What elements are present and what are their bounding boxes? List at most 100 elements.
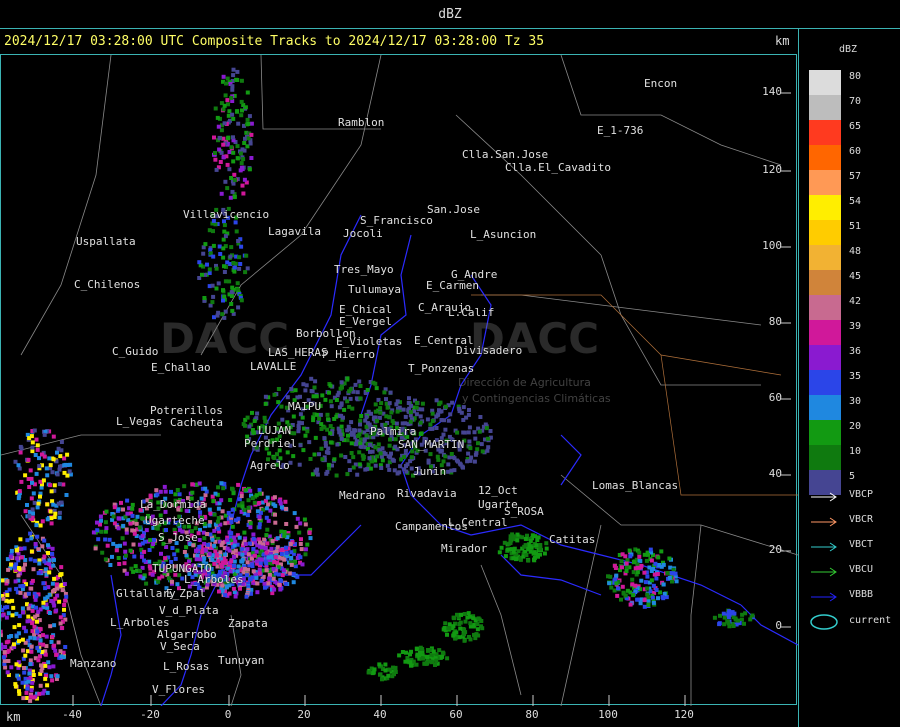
radar-echo-pixel [218, 252, 223, 256]
radar-echo-pixel [375, 454, 380, 459]
radar-echo-pixel [242, 530, 247, 535]
radar-echo-pixel [154, 488, 159, 493]
radar-echo-pixel [117, 562, 122, 566]
radar-echo-pixel [29, 536, 34, 541]
radar-echo-pixel [524, 553, 529, 557]
radar-echo-pixel [255, 411, 260, 416]
radar-echo-pixel [319, 427, 324, 431]
radar-echo-pixel [284, 506, 288, 511]
radar-echo-pixel [430, 419, 435, 423]
radar-echo-pixel [404, 650, 409, 655]
radar-echo-pixel [29, 649, 34, 654]
radar-echo-pixel [230, 486, 234, 491]
radar-echo-pixel [258, 550, 263, 555]
radar-echo-pixel [225, 162, 230, 167]
radar-echo-pixel [211, 294, 216, 299]
radar-echo-pixel [221, 107, 226, 112]
radar-echo-pixel [421, 656, 425, 661]
radar-echo-pixel [646, 603, 651, 607]
radar-echo-pixel [53, 511, 58, 516]
radar-echo-pixel [303, 547, 308, 552]
radar-echo-pixel [21, 696, 26, 701]
radar-echo-pixel [46, 551, 50, 555]
radar-echo-pixel [645, 574, 650, 579]
radar-echo-pixel [349, 441, 354, 446]
radar-echo-pixel [346, 433, 350, 438]
radar-map[interactable] [0, 54, 798, 706]
radar-echo-pixel [44, 466, 49, 471]
y-tick-label: 120 [762, 163, 782, 176]
radar-echo-pixel [414, 400, 419, 405]
radar-echo-pixel [140, 541, 145, 546]
radar-echo-pixel [96, 537, 101, 542]
radar-echo-pixel [512, 534, 517, 539]
radar-echo-pixel [289, 562, 294, 567]
radar-echo-pixel [182, 550, 187, 554]
radar-echo-pixel [235, 144, 240, 149]
radar-echo-pixel [18, 450, 23, 455]
legend-track: VBBB [809, 589, 899, 603]
radar-echo-pixel [359, 414, 364, 418]
radar-echo-pixel [235, 69, 240, 74]
radar-echo-pixel [123, 553, 128, 558]
radar-echo-pixel [203, 486, 208, 491]
radar-echo-pixel [511, 549, 516, 554]
radar-echo-pixel [64, 594, 69, 599]
radar-echo-pixel [229, 520, 234, 524]
radar-echo-pixel [37, 464, 42, 469]
radar-echo-pixel [283, 499, 288, 504]
radar-echo-pixel [16, 463, 21, 468]
radar-echo-pixel [202, 556, 207, 561]
radar-echo-pixel [265, 495, 270, 500]
radar-echo-pixel [380, 677, 384, 682]
radar-echo-pixel [532, 558, 537, 563]
radar-echo-pixel [166, 576, 171, 581]
radar-echo-pixel [443, 427, 448, 432]
radar-echo-pixel [631, 570, 636, 575]
radar-echo-pixel [318, 412, 323, 417]
radar-echo-pixel [175, 548, 180, 553]
radar-echo-pixel [462, 430, 467, 435]
radar-echo-pixel [41, 633, 45, 638]
radar-echo-pixel [229, 513, 234, 518]
radar-echo-pixel [430, 411, 435, 416]
radar-echo-pixel [288, 571, 293, 576]
radar-echo-pixel [346, 424, 351, 429]
radar-echo-pixel [499, 545, 504, 550]
radar-echo-pixel [345, 376, 350, 381]
radar-echo-pixel [211, 243, 216, 248]
radar-echo-pixel [25, 538, 30, 543]
radar-echo-pixel [245, 90, 250, 95]
radar-echo-pixel [57, 599, 62, 604]
radar-map-canvas[interactable] [1, 55, 798, 706]
place-label: LUJAN [258, 424, 292, 437]
radar-echo-pixel [273, 512, 277, 517]
radar-echo-pixel [47, 611, 52, 615]
radar-echo-pixel [473, 452, 478, 457]
radar-echo-pixel [612, 563, 617, 568]
radar-echo-pixel [298, 542, 303, 546]
legend-swatch-label: 80 [849, 71, 862, 82]
radar-echo-pixel [385, 463, 390, 468]
radar-echo-pixel [47, 558, 52, 563]
x-tick-label: 40 [373, 708, 387, 721]
radar-echo-pixel [233, 220, 238, 225]
radar-echo-pixel [274, 549, 279, 554]
radar-echo-pixel [314, 394, 319, 399]
radar-echo-pixel [357, 379, 362, 384]
radar-echo-pixel [58, 621, 63, 626]
radar-echo-pixel [264, 515, 269, 520]
x-tick-label: -20 [140, 708, 160, 721]
radar-echo-pixel [439, 418, 444, 422]
radar-echo-pixel [440, 654, 445, 659]
radar-echo-pixel [26, 614, 31, 619]
radar-echo-pixel [9, 634, 14, 638]
radar-echo-pixel [35, 505, 40, 510]
radar-echo-pixel [124, 527, 129, 532]
radar-echo-pixel [643, 580, 648, 585]
radar-echo-pixel [147, 559, 152, 564]
radar-echo-pixel [337, 430, 342, 435]
radar-echo-pixel [140, 533, 145, 538]
radar-echo-pixel [357, 462, 362, 467]
radar-echo-pixel [212, 561, 217, 566]
